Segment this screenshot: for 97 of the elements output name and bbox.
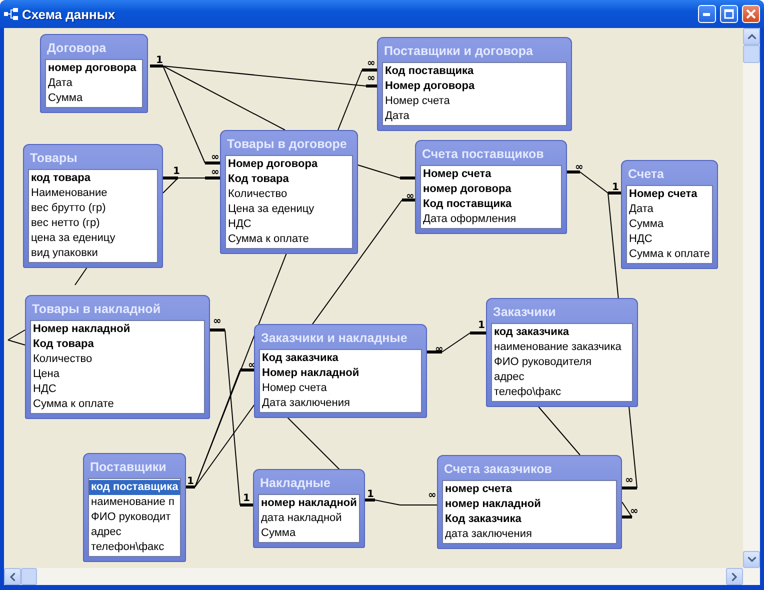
field-item[interactable]: Номер счета	[627, 187, 712, 202]
field-item[interactable]: адрес	[492, 370, 632, 385]
table-panel[interactable]: Товары в накладной Номер накладной Код товара Количество Цена НДС Сумма к оплате	[25, 295, 210, 419]
table-panel[interactable]: Заказчики и накладные Код заказчика Номер накладной Номер счета Дата заключения	[254, 324, 427, 418]
cardinality-label: ∞	[211, 152, 220, 163]
field-item[interactable]: Дата	[46, 76, 142, 91]
cardinality-label: 1	[156, 55, 163, 66]
table-title: Договора	[46, 40, 108, 57]
table-panel[interactable]: Счета Номер счета Дата Сумма НДС Сумма к оплате	[621, 160, 718, 269]
field-item[interactable]: Сумма к оплате	[226, 232, 352, 247]
field-item[interactable]: Номер счета	[421, 167, 561, 182]
table-title: Накладные	[259, 475, 332, 492]
cardinality-label: 1	[612, 182, 619, 193]
table-title: Заказчики и накладные	[260, 330, 408, 347]
table-panel[interactable]: Договора номер договора Дата Сумма	[40, 34, 148, 113]
field-item[interactable]: Код поставщика	[421, 197, 561, 212]
field-item[interactable]: Количество	[226, 187, 352, 202]
field-item[interactable]: Цена	[31, 367, 204, 382]
cardinality-label: 1	[367, 489, 374, 500]
cardinality-label: ∞	[575, 162, 584, 173]
cardinality-label: ∞	[367, 73, 376, 84]
window-title: Схема данных	[22, 6, 116, 22]
table-title: Счета поставщиков	[421, 146, 545, 163]
field-item[interactable]: вес брутто (гр)	[29, 201, 157, 216]
field-item[interactable]: Номер накладной	[31, 322, 204, 337]
field-item[interactable]: телефон\факс	[89, 540, 180, 555]
cardinality-label: ∞	[367, 58, 376, 69]
field-item[interactable]: Количество	[31, 352, 204, 367]
field-item[interactable]: Номер договора	[383, 79, 566, 94]
field-item[interactable]: адрес	[89, 525, 180, 540]
field-item[interactable]: Наименование	[29, 186, 157, 201]
field-item[interactable]: вес нетто (гр)	[29, 216, 157, 231]
field-item[interactable]: ФИО руководителя	[492, 355, 632, 370]
field-item[interactable]: дата накладной	[259, 511, 359, 526]
field-item[interactable]: Цена за еденицу	[226, 202, 352, 217]
table-title: Счета	[627, 166, 665, 183]
field-item[interactable]: вид упаковки	[29, 246, 157, 261]
field-item[interactable]: Номер счета	[260, 381, 421, 396]
field-item[interactable]: наименование п	[89, 495, 180, 510]
field-item[interactable]: номер договора	[421, 182, 561, 197]
field-item[interactable]: код поставщика	[89, 480, 180, 495]
cardinality-label: 1	[173, 166, 180, 177]
field-item[interactable]: Код товара	[31, 337, 204, 352]
cardinality-label: ∞	[213, 316, 222, 327]
field-item[interactable]: Сумма к оплате	[627, 247, 712, 262]
field-item[interactable]: Номер договора	[226, 157, 352, 172]
field-item[interactable]: Сумма	[46, 91, 142, 106]
field-item[interactable]: Сумма к оплате	[31, 397, 204, 412]
table-title: Товары в договоре	[226, 136, 348, 153]
field-item[interactable]: Дата	[383, 109, 566, 124]
field-item[interactable]: НДС	[226, 217, 352, 232]
field-item[interactable]: Код заказчика	[260, 351, 421, 366]
cardinality-label: ∞	[428, 490, 436, 501]
field-item[interactable]: Номер накладной	[260, 366, 421, 381]
cardinality-label: ∞	[630, 506, 638, 517]
cardinality-label: ∞	[406, 191, 414, 202]
table-panel[interactable]: Счета заказчиков номер счета номер накладной Код заказчика дата заключения	[437, 455, 622, 549]
field-item[interactable]: НДС	[31, 382, 204, 397]
table-panel[interactable]: Накладные номер накладной дата накладной Сумма	[253, 469, 365, 548]
table-title: Счета заказчиков	[443, 461, 553, 478]
field-item[interactable]: код заказчика	[492, 325, 632, 340]
table-title: Заказчики	[492, 304, 557, 321]
field-item[interactable]: НДС	[627, 232, 712, 247]
table-title: Поставщики	[89, 459, 168, 476]
table-panel[interactable]: Товары код товара Наименование вес брутто (гр) вес нетто (гр) цена за еденицу вид упаковки	[23, 144, 163, 268]
field-item[interactable]: телефо\факс	[492, 385, 632, 400]
field-item[interactable]: цена за еденицу	[29, 231, 157, 246]
table-panel[interactable]: Заказчики код заказчика наименование заказчика ФИО руководителя адрес телефо\факс	[486, 298, 638, 407]
field-item[interactable]: дата заключения	[443, 527, 616, 542]
table-panel[interactable]: Товары в договоре Номер договора Код товара Количество Цена за еденицу НДС Сумма к оплате	[220, 130, 358, 254]
cardinality-label: 1	[243, 493, 250, 504]
field-item[interactable]: номер накладной	[443, 497, 616, 512]
field-item[interactable]: Номер счета	[383, 94, 566, 109]
field-item[interactable]: код товара	[29, 171, 157, 186]
field-item[interactable]: Код поставщика	[383, 64, 566, 79]
field-item[interactable]: Дата	[627, 202, 712, 217]
table-title: Товары	[29, 150, 78, 167]
cardinality-label: ∞	[625, 475, 634, 486]
field-item[interactable]: Сумма	[259, 526, 359, 541]
field-item[interactable]: ФИО руководит	[89, 510, 180, 525]
field-item[interactable]: наименование заказчика	[492, 340, 632, 355]
field-item[interactable]: номер договора	[46, 61, 142, 76]
table-panel[interactable]: Счета поставщиков Номер счета номер договора Код поставщика Дата оформления	[415, 140, 567, 234]
field-item[interactable]: Сумма	[627, 217, 712, 232]
cardinality-label: 1	[478, 320, 485, 331]
table-title: Поставщики и договора	[383, 43, 534, 60]
field-item[interactable]: Код заказчика	[443, 512, 616, 527]
table-panel[interactable]: Поставщики код поставщика наименование п ФИО руководит адрес телефон\факс	[83, 453, 186, 562]
table-title: Товары в накладной	[31, 301, 162, 318]
field-item[interactable]: Дата оформления	[421, 212, 561, 227]
field-item[interactable]: Код товара	[226, 172, 352, 187]
field-item[interactable]: Дата заключения	[260, 396, 421, 411]
table-panel[interactable]: Поставщики и договора Код поставщика Номер договора Номер счета Дата	[377, 37, 572, 131]
cardinality-label: ∞	[211, 167, 220, 178]
cardinality-label: 1	[187, 476, 194, 487]
field-item[interactable]: номер счета	[443, 482, 616, 497]
field-item[interactable]: номер накладной	[259, 496, 359, 511]
